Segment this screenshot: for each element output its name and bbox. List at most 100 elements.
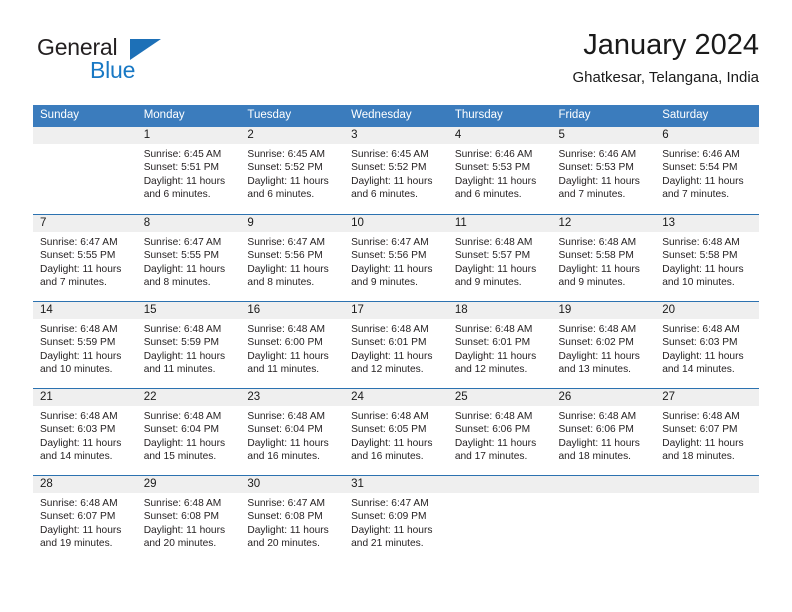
page-title: January 2024 — [583, 29, 759, 61]
day-cell[interactable]: 22 Sunrise: 6:48 AM Sunset: 6:04 PM Dayligh… — [136, 388, 241, 475]
calendar-cell: 18 Sunrise: 6:48 AM Sunset: 6:01 PM Dayligh… — [447, 301, 552, 388]
day-cell[interactable]: 30 Sunrise: 6:47 AM Sunset: 6:08 PM Dayligh… — [240, 475, 345, 562]
day-cell[interactable]: 24 Sunrise: 6:48 AM Sunset: 6:05 PM Dayligh… — [344, 388, 448, 475]
weekday-header-sunday: Sunday — [33, 105, 137, 127]
day-number: 26 — [551, 389, 656, 406]
sunset-time: Sunset: 6:06 PM — [558, 424, 634, 436]
day-cell[interactable]: 14 Sunrise: 6:48 AM Sunset: 5:59 PM Dayligh… — [33, 301, 137, 388]
calendar-cell: 3 Sunrise: 6:45 AM Sunset: 5:52 PM Daylight… — [344, 127, 448, 214]
day-cell[interactable]: 13 Sunrise: 6:48 AM Sunset: 5:58 PM Dayligh… — [655, 214, 759, 301]
day-cell[interactable]: 17 Sunrise: 6:48 AM Sunset: 6:01 PM Dayligh… — [344, 301, 448, 388]
daylight-line2: and 10 minutes. — [40, 364, 113, 376]
day-cell[interactable]: 12 Sunrise: 6:48 AM Sunset: 5:58 PM Dayligh… — [551, 214, 656, 301]
sunrise-time: Sunrise: 6:48 AM — [143, 324, 222, 335]
day-cell[interactable]: 1 Sunrise: 6:45 AM Sunset: 5:51 PM Daylight… — [136, 127, 241, 214]
day-cell[interactable]: 20 Sunrise: 6:48 AM Sunset: 6:03 PM Dayligh… — [655, 301, 759, 388]
daylight-line2: and 12 minutes. — [351, 364, 424, 376]
day-cell[interactable]: 29 Sunrise: 6:48 AM Sunset: 6:08 PM Dayligh… — [136, 475, 241, 562]
daylight-line2: and 15 minutes. — [143, 451, 217, 463]
sunrise-time: Sunrise: 6:48 AM — [351, 324, 429, 335]
sunrise-time: Sunrise: 6:48 AM — [247, 411, 325, 422]
sunset-time: Sunset: 6:08 PM — [143, 511, 220, 523]
day-details: Sunrise: 6:46 AM Sunset: 5:54 PM Daylight:… — [655, 144, 759, 202]
sunrise-time: Sunrise: 6:45 AM — [247, 149, 325, 160]
sunrise-time: Sunrise: 6:47 AM — [247, 498, 325, 509]
day-cell[interactable]: 21 Sunrise: 6:48 AM Sunset: 6:03 PM Dayligh… — [33, 388, 137, 475]
sunset-time: Sunset: 6:06 PM — [454, 424, 531, 436]
sunrise-time: Sunrise: 6:48 AM — [662, 411, 740, 422]
day-cell[interactable]: 8 Sunrise: 6:47 AM Sunset: 5:55 PM Daylight… — [136, 214, 241, 301]
day-number: 20 — [655, 302, 759, 319]
sunset-time: Sunset: 6:05 PM — [351, 424, 427, 436]
sunrise-time: Sunrise: 6:45 AM — [143, 149, 222, 160]
day-cell[interactable]: 31 Sunrise: 6:47 AM Sunset: 6:09 PM Dayligh… — [344, 475, 448, 562]
weekday-header-row: Sunday Monday Tuesday Wednesday Thursday… — [33, 105, 759, 127]
calendar-cell: 25 Sunrise: 6:48 AM Sunset: 6:06 PM Dayligh… — [447, 388, 552, 475]
sunrise-time: Sunrise: 6:48 AM — [40, 324, 118, 335]
calendar-cell: 27 Sunrise: 6:48 AM Sunset: 6:07 PM Dayligh… — [655, 388, 759, 475]
day-cell[interactable]: 27 Sunrise: 6:48 AM Sunset: 6:07 PM Dayligh… — [655, 388, 759, 475]
day-cell[interactable]: 11 Sunrise: 6:48 AM Sunset: 5:57 PM Dayligh… — [447, 214, 552, 301]
day-details: Sunrise: 6:47 AM Sunset: 5:55 PM Daylight:… — [137, 232, 241, 290]
day-cell[interactable]: 6 Sunrise: 6:46 AM Sunset: 5:54 PM Daylight… — [655, 127, 759, 214]
sunset-time: Sunset: 6:04 PM — [143, 424, 220, 436]
day-number: 18 — [447, 302, 552, 319]
day-cell[interactable]: 3 Sunrise: 6:45 AM Sunset: 5:52 PM Daylight… — [344, 127, 448, 214]
sunrise-time: Sunrise: 6:48 AM — [662, 324, 740, 335]
calendar-week-row: 7 Sunrise: 6:47 AM Sunset: 5:55 PM Daylight… — [33, 214, 759, 301]
calendar-cell: 24 Sunrise: 6:48 AM Sunset: 6:05 PM Dayligh… — [344, 388, 448, 475]
day-number: 7 — [33, 215, 137, 232]
daylight-line2: and 20 minutes. — [143, 538, 217, 550]
daylight-line1: Daylight: 11 hours — [454, 263, 537, 275]
day-cell[interactable]: 10 Sunrise: 6:47 AM Sunset: 5:56 PM Dayligh… — [344, 214, 448, 301]
day-cell[interactable]: 9 Sunrise: 6:47 AM Sunset: 5:56 PM Daylight… — [240, 214, 345, 301]
day-cell[interactable]: 15 Sunrise: 6:48 AM Sunset: 5:59 PM Dayligh… — [136, 301, 241, 388]
day-number: 10 — [344, 215, 448, 232]
calendar-cell — [655, 475, 759, 562]
day-cell[interactable]: 28 Sunrise: 6:48 AM Sunset: 6:07 PM Dayligh… — [33, 475, 137, 562]
calendar-cell: 28 Sunrise: 6:48 AM Sunset: 6:07 PM Dayligh… — [33, 475, 137, 562]
brand-logo[interactable]: General Blue — [33, 34, 233, 92]
weekday-header-wednesday: Wednesday — [344, 105, 448, 127]
weekday-header-tuesday: Tuesday — [240, 105, 345, 127]
day-cell[interactable]: 19 Sunrise: 6:48 AM Sunset: 6:02 PM Dayligh… — [551, 301, 656, 388]
daylight-line1: Daylight: 11 hours — [351, 350, 433, 362]
day-cell[interactable]: 25 Sunrise: 6:48 AM Sunset: 6:06 PM Dayligh… — [447, 388, 552, 475]
daylight-line1: Daylight: 11 hours — [454, 350, 537, 362]
sunrise-time: Sunrise: 6:48 AM — [454, 237, 533, 248]
daylight-line2: and 9 minutes. — [351, 277, 418, 289]
daylight-line2: and 17 minutes. — [454, 451, 528, 463]
day-details: Sunrise: 6:48 AM Sunset: 6:00 PM Daylight:… — [240, 319, 344, 377]
sunset-time: Sunset: 5:58 PM — [558, 250, 634, 262]
sunrise-time: Sunrise: 6:45 AM — [351, 149, 429, 160]
day-number: 25 — [447, 389, 552, 406]
calendar-cell — [551, 475, 656, 562]
day-details: Sunrise: 6:45 AM Sunset: 5:52 PM Daylight:… — [240, 144, 344, 202]
day-cell[interactable]: 23 Sunrise: 6:48 AM Sunset: 6:04 PM Dayligh… — [240, 388, 345, 475]
location-subtitle: Ghatkesar, Telangana, India — [572, 69, 759, 86]
day-cell[interactable]: 18 Sunrise: 6:48 AM Sunset: 6:01 PM Dayligh… — [447, 301, 552, 388]
day-number — [655, 476, 759, 493]
daylight-line2: and 12 minutes. — [454, 364, 528, 376]
daylight-line1: Daylight: 11 hours — [40, 524, 122, 536]
daylight-line1: Daylight: 11 hours — [247, 437, 329, 449]
calendar-cell: 14 Sunrise: 6:48 AM Sunset: 5:59 PM Dayligh… — [33, 301, 137, 388]
daylight-line2: and 10 minutes. — [662, 277, 735, 289]
day-details: Sunrise: 6:48 AM Sunset: 6:01 PM Daylight:… — [448, 319, 552, 377]
day-cell[interactable]: 7 Sunrise: 6:47 AM Sunset: 5:55 PM Daylight… — [33, 214, 137, 301]
day-cell[interactable]: 2 Sunrise: 6:45 AM Sunset: 5:52 PM Daylight… — [240, 127, 345, 214]
day-cell[interactable]: 4 Sunrise: 6:46 AM Sunset: 5:53 PM Daylight… — [447, 127, 552, 214]
sunrise-time: Sunrise: 6:48 AM — [351, 411, 429, 422]
sunrise-time: Sunrise: 6:46 AM — [662, 149, 740, 160]
day-details: Sunrise: 6:48 AM Sunset: 6:06 PM Daylight:… — [552, 406, 656, 464]
daylight-line2: and 11 minutes. — [247, 364, 320, 376]
calendar-week-row: 14 Sunrise: 6:48 AM Sunset: 5:59 PM Dayligh… — [33, 301, 759, 388]
day-number: 5 — [551, 127, 656, 144]
daylight-line1: Daylight: 11 hours — [351, 524, 433, 536]
day-number: 16 — [240, 302, 345, 319]
day-cell[interactable]: 5 Sunrise: 6:46 AM Sunset: 5:53 PM Daylight… — [551, 127, 656, 214]
daylight-line2: and 6 minutes. — [351, 189, 418, 201]
daylight-line2: and 6 minutes. — [247, 189, 315, 201]
day-cell[interactable]: 16 Sunrise: 6:48 AM Sunset: 6:00 PM Dayligh… — [240, 301, 345, 388]
day-cell[interactable]: 26 Sunrise: 6:48 AM Sunset: 6:06 PM Dayligh… — [551, 388, 656, 475]
